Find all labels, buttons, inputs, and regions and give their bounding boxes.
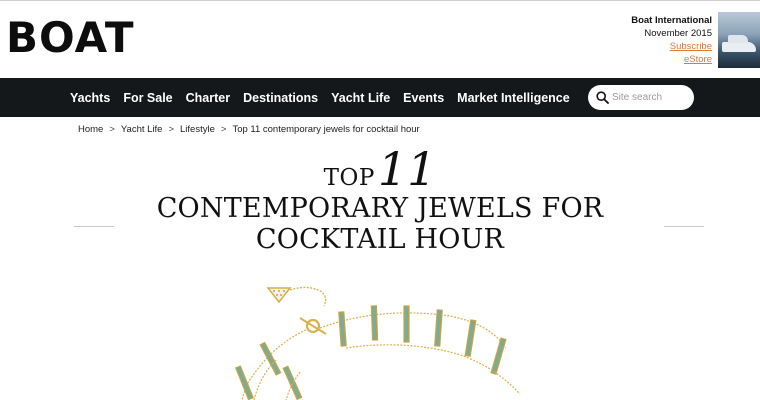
breadcrumb: Home > Yacht Life > Lifestyle > Top 11 c… — [78, 124, 420, 135]
search-icon[interactable] — [596, 91, 609, 104]
nav-item-market-intelligence[interactable]: Market Intelligence — [457, 91, 570, 105]
subscribe-link[interactable]: Subscribe — [631, 40, 712, 53]
magazine-name: Boat International — [631, 15, 712, 26]
breadcrumb-separator: > — [220, 124, 227, 135]
title-number: 11 — [377, 142, 437, 196]
estore-link[interactable]: eStore — [631, 53, 712, 66]
title-line-1: CONTEMPORARY JEWELS FOR — [156, 193, 604, 224]
hero-jewelry-image — [234, 286, 521, 400]
nav-item-destinations[interactable]: Destinations — [243, 91, 318, 105]
nav-item-yachts[interactable]: Yachts — [70, 91, 110, 105]
site-logo[interactable]: BOAT — [6, 13, 134, 63]
nav-item-yacht-life[interactable]: Yacht Life — [331, 91, 390, 105]
breadcrumb-separator: > — [168, 124, 175, 135]
breadcrumb-separator: > — [109, 124, 115, 135]
breadcrumb-home[interactable]: Home — [78, 124, 103, 135]
magazine-promo: Boat International November 2015 Subscri… — [631, 14, 712, 66]
breadcrumb-current: Top 11 contemporary jewels for cocktail … — [232, 124, 420, 135]
nav-item-for-sale[interactable]: For Sale — [123, 91, 172, 105]
nav-item-events[interactable]: Events — [403, 91, 444, 105]
nav-items: Yachts For Sale Charter Destinations Yac… — [70, 78, 583, 117]
title-line-2: COCKTAIL HOUR — [255, 224, 505, 255]
magazine-cover-thumbnail[interactable] — [718, 12, 760, 68]
article-title: TOP 11 CONTEMPORARY JEWELS FOR COCKTAIL … — [0, 145, 760, 255]
nav-item-charter[interactable]: Charter — [186, 91, 230, 105]
title-top-word: TOP — [323, 165, 375, 191]
breadcrumb-yacht-life[interactable]: Yacht Life — [121, 124, 163, 135]
magazine-issue: November 2015 — [644, 28, 712, 39]
search-input[interactable] — [612, 89, 688, 106]
title-top-row: TOP 11 — [0, 145, 760, 193]
site-header: BOAT Boat International November 2015 Su… — [0, 1, 760, 78]
main-nav: Yachts For Sale Charter Destinations Yac… — [0, 78, 760, 117]
breadcrumb-lifestyle[interactable]: Lifestyle — [180, 124, 215, 135]
search-box — [588, 85, 694, 110]
